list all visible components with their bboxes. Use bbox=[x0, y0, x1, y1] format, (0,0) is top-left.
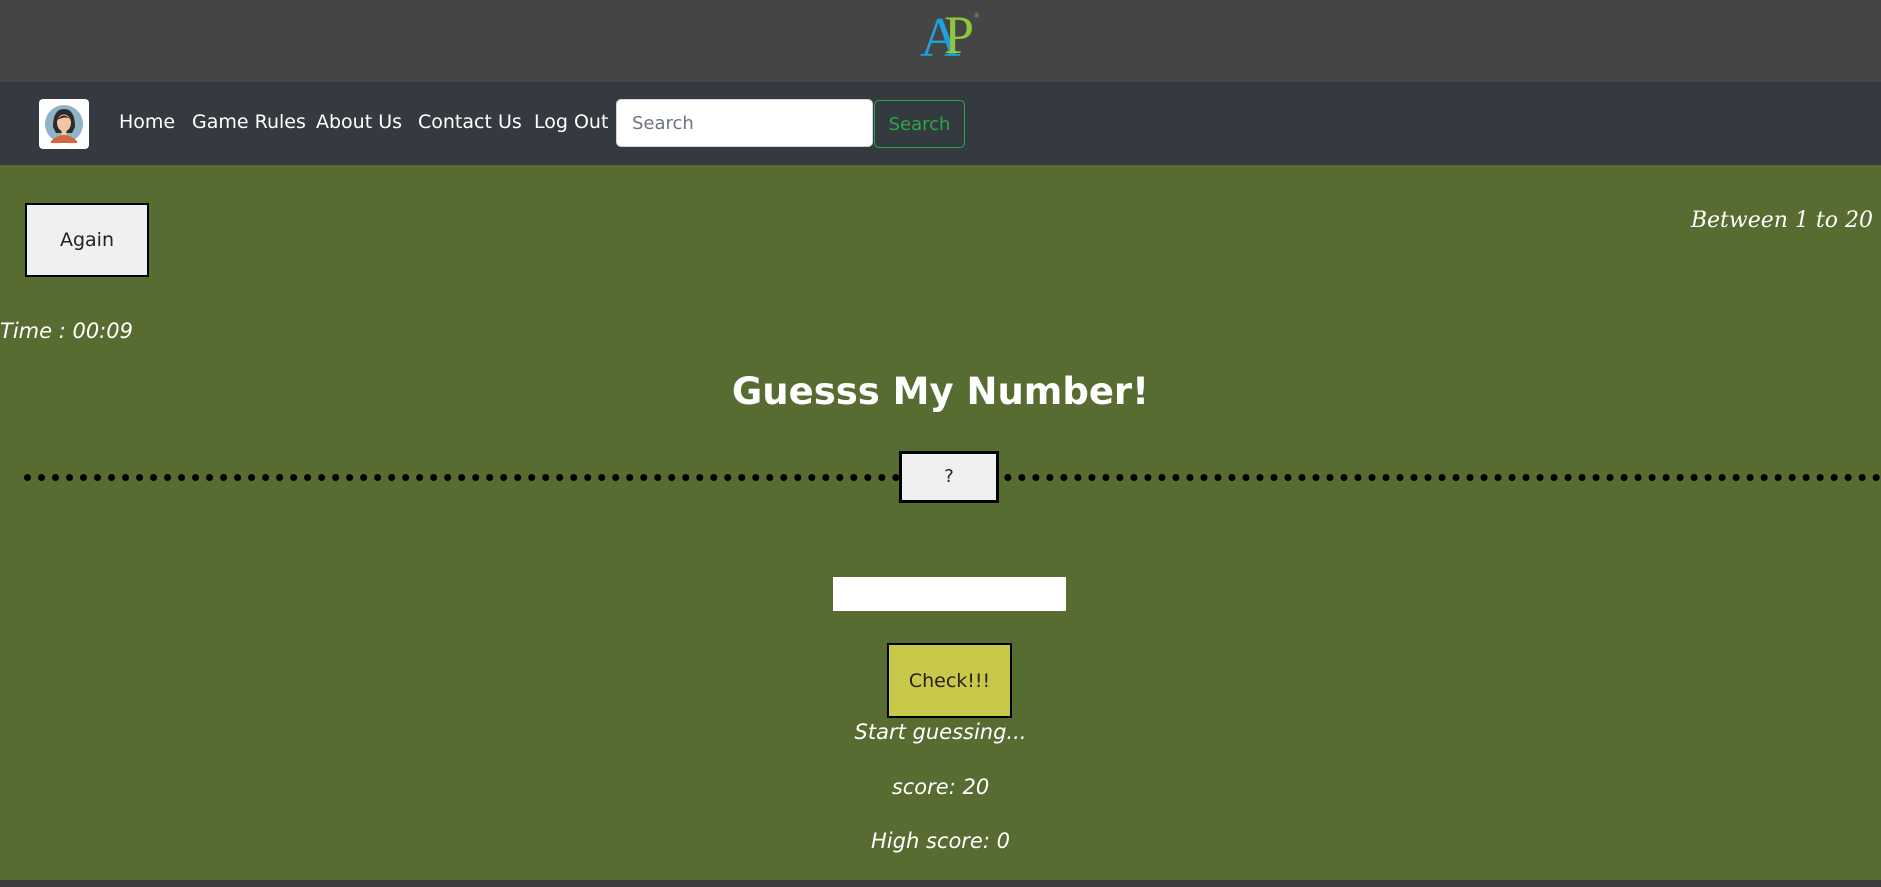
nav-game-rules[interactable]: Game Rules bbox=[192, 109, 306, 135]
user-avatar-icon[interactable] bbox=[39, 99, 89, 149]
nav-contact-us[interactable]: Contact Us bbox=[418, 109, 522, 135]
status-message: Start guessing... bbox=[854, 720, 1027, 744]
nav-about-us[interactable]: About Us bbox=[316, 109, 402, 135]
search-button[interactable]: Search bbox=[874, 100, 965, 148]
page-title: Guesss My Number! bbox=[731, 370, 1150, 413]
score-text: score: 20 bbox=[891, 775, 990, 799]
nav-home[interactable]: Home bbox=[119, 109, 175, 135]
range-hint: Between 1 to 20 bbox=[1690, 208, 1873, 233]
search-input[interactable] bbox=[616, 99, 873, 147]
footer-strip bbox=[0, 880, 1881, 887]
nav-log-out[interactable]: Log Out bbox=[534, 109, 608, 135]
secret-number-box: ? bbox=[899, 451, 999, 503]
guess-input[interactable] bbox=[833, 577, 1066, 611]
ap-logo[interactable]: A P ® bbox=[918, 8, 980, 68]
game-area: Again Between 1 to 20 Time : 00:09 Guess… bbox=[0, 165, 1881, 880]
check-button[interactable]: Check!!! bbox=[887, 643, 1012, 718]
logo-letter-p: P bbox=[944, 5, 975, 65]
top-header-bar: A P ® bbox=[0, 0, 1881, 82]
high-score-text: High score: 0 bbox=[871, 829, 1010, 853]
navbar: Home Game Rules About Us Contact Us Log … bbox=[0, 82, 1881, 165]
again-button[interactable]: Again bbox=[25, 203, 149, 277]
timer-display: Time : 00:09 bbox=[0, 319, 133, 343]
registered-mark: ® bbox=[974, 12, 980, 20]
